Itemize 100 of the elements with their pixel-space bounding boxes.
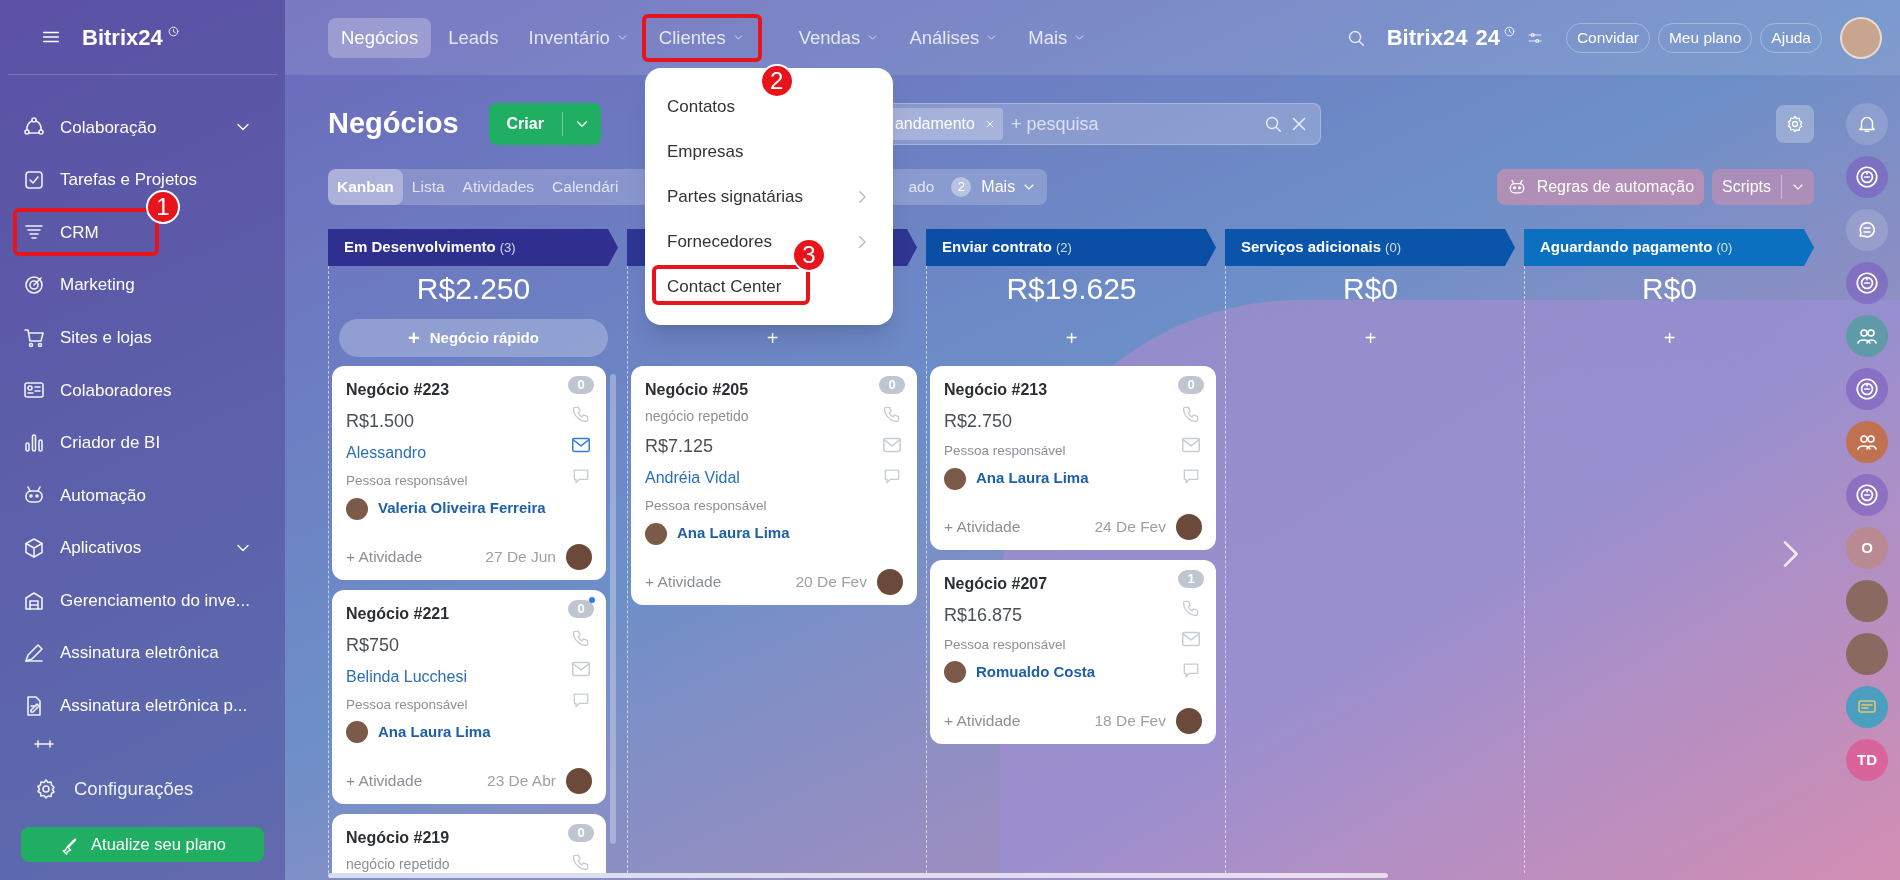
- deal-amount: R$16.875: [944, 603, 1024, 627]
- activity-counter: 1: [1178, 569, 1204, 588]
- deal-card[interactable]: Negócio #213 R$2.750 Pessoa responsável Ana Laura Lima + Atividade 24 De Fev 0: [930, 366, 1216, 550]
- nav-tab[interactable]: Vendas: [785, 17, 893, 58]
- menu-item[interactable]: Contatos: [667, 93, 736, 120]
- deal-title[interactable]: Negócio #223: [346, 378, 552, 402]
- settings-button[interactable]: [1776, 105, 1814, 143]
- person-avatar: [566, 767, 592, 794]
- add-button[interactable]: +: [1663, 323, 1676, 353]
- person-avatar: [645, 522, 667, 545]
- person-link[interactable]: Ana Laura Lima: [677, 522, 790, 545]
- clock-icon: [1502, 25, 1516, 38]
- deal-card[interactable]: Negócio #219 negócio repetido 0: [332, 813, 606, 873]
- deal-amount: R$1.500: [346, 410, 416, 433]
- field-label: Pessoa responsável: [346, 472, 469, 490]
- deal-card[interactable]: Negócio #221 R$750 Belinda Lucchesi Pessoa responsável Ana Laura Lima + Atividade 23 De Abr 0: [332, 589, 606, 804]
- cube-icon: [22, 536, 46, 561]
- stage-header: Aguardando pagamento (0): [1524, 229, 1814, 266]
- deal-amount: R$750: [346, 633, 401, 657]
- person-link[interactable]: Ana Laura Lima: [976, 467, 1089, 490]
- nav-tab[interactable]: Inventário: [515, 17, 642, 58]
- deal-amount: R$7.125: [645, 435, 715, 458]
- upgrade-button[interactable]: Atualize seu plano: [21, 827, 264, 862]
- person-avatar: [566, 543, 592, 570]
- nav-tab[interactable]: Mais: [1015, 17, 1100, 58]
- field-label: Pessoa responsável: [346, 695, 469, 714]
- create-button[interactable]: Criar: [488, 103, 601, 145]
- notifications-button[interactable]: [1846, 103, 1888, 145]
- activity-counter: 0: [568, 599, 594, 618]
- field-label: Pessoa responsável: [645, 497, 768, 515]
- stage-total: R$0: [1641, 270, 1697, 307]
- person-link[interactable]: Valeria Oliveira Ferreira: [378, 497, 546, 520]
- clock-icon: [166, 24, 180, 38]
- vertical-scrollbar[interactable]: [610, 374, 616, 844]
- deal-date: 27 De Jun: [485, 547, 556, 568]
- add-activity-link[interactable]: + Atividade: [346, 545, 423, 569]
- deal-amount: R$2.750: [944, 410, 1014, 433]
- phone-icon[interactable]: [571, 404, 591, 424]
- sidebar-item[interactable]: Criador de BI: [22, 430, 161, 456]
- deal-card[interactable]: Negócio #205 negócio repetido R$7.125 Andréia Vidal Pessoa responsável Ana Laura Lima + Atividade 20 De Fev 0: [631, 366, 917, 605]
- page-title: Negócios: [328, 106, 459, 142]
- phone-icon[interactable]: [1181, 404, 1201, 424]
- person-avatar: [877, 568, 903, 595]
- add-button[interactable]: +: [766, 323, 779, 353]
- deal-title[interactable]: Negócio #205: [645, 378, 863, 402]
- deal-card[interactable]: Negócio #223 R$1.500 Alessandro Pessoa responsável Valeria Oliveira Ferreira + Atividade 27 De Jun 0: [332, 366, 606, 580]
- sidebar-item[interactable]: Assinatura eletrônica p...: [22, 693, 248, 719]
- sidebar-item[interactable]: Sites e lojas: [22, 324, 152, 351]
- add-activity-link[interactable]: + Atividade: [645, 570, 722, 594]
- sidebar-item[interactable]: Assinatura eletrônica: [22, 640, 219, 666]
- activity-counter: 0: [568, 376, 594, 394]
- add-activity-link[interactable]: + Atividade: [944, 708, 1021, 733]
- person-avatar: [1176, 707, 1202, 734]
- deal-date: 24 De Fev: [1094, 517, 1166, 538]
- deal-title[interactable]: Negócio #221: [346, 601, 552, 626]
- chat-icon[interactable]: [1846, 209, 1888, 251]
- stage-total: R$19.625: [1006, 270, 1137, 307]
- person-avatar: [346, 721, 368, 744]
- settings-item[interactable]: Configurações: [22, 763, 263, 815]
- nav-tab[interactable]: Análises: [896, 17, 1012, 58]
- nav-tab[interactable]: Clientes: [645, 17, 758, 58]
- sidebar-item[interactable]: Colaboradores: [22, 377, 172, 403]
- stage-total: R$0: [1342, 270, 1398, 307]
- add-activity-link[interactable]: + Atividade: [944, 515, 1021, 539]
- person-link[interactable]: Romualdo Costa: [976, 661, 1096, 684]
- sidebar-item[interactable]: Marketing: [22, 272, 135, 298]
- client-link[interactable]: Andréia Vidal: [645, 466, 863, 490]
- menu-item[interactable]: Fornecedores: [667, 228, 772, 255]
- horizontal-scrollbar[interactable]: [328, 873, 1388, 878]
- more-button[interactable]: Mais: [981, 175, 1038, 199]
- client-link[interactable]: Belinda Lucchesi: [346, 664, 552, 689]
- sidebar-item[interactable]: Colaboração: [22, 114, 157, 141]
- activity-counter: 0: [1178, 376, 1204, 394]
- menu-item[interactable]: Contact Center: [667, 273, 782, 300]
- deal-date: 20 De Fev: [795, 572, 867, 593]
- count-badge: 2: [951, 177, 972, 197]
- sidebar-item[interactable]: Aplicativos: [22, 535, 142, 561]
- deal-card[interactable]: Negócio #207 R$16.875 Pessoa responsável Romualdo Costa + Atividade 18 De Fev 1: [930, 559, 1216, 744]
- stage-total: R$2.250: [416, 270, 531, 307]
- add-button[interactable]: +: [1065, 323, 1078, 353]
- settings-icon: [34, 777, 58, 801]
- sidebar-item[interactable]: Automação: [22, 482, 146, 509]
- deal-title[interactable]: Negócio #213: [944, 378, 1162, 402]
- menu-item[interactable]: Empresas: [667, 138, 744, 165]
- scripts-button[interactable]: Scripts: [1712, 169, 1814, 205]
- phone-icon[interactable]: [882, 404, 902, 424]
- person-avatar: [1176, 513, 1202, 540]
- deal-title[interactable]: Negócio #219: [346, 825, 552, 850]
- nav-tab[interactable]: Leads: [435, 17, 512, 58]
- add-activity-link[interactable]: + Atividade: [346, 768, 423, 793]
- brand-suffix: 24: [1475, 24, 1500, 52]
- sidebar-item[interactable]: CRM: [22, 219, 99, 246]
- sidebar-item[interactable]: Gerenciamento do inve...: [22, 587, 250, 614]
- add-button[interactable]: +: [1364, 323, 1377, 353]
- field-label: Pessoa responsável: [944, 635, 1067, 654]
- automation-rules-button[interactable]: Regras de automação: [1496, 169, 1705, 205]
- deal-title[interactable]: Negócio #207: [944, 571, 1162, 596]
- person-link[interactable]: Ana Laura Lima: [378, 721, 491, 744]
- menu-item[interactable]: Partes signatárias: [667, 183, 804, 210]
- client-link[interactable]: Alessandro: [346, 441, 552, 465]
